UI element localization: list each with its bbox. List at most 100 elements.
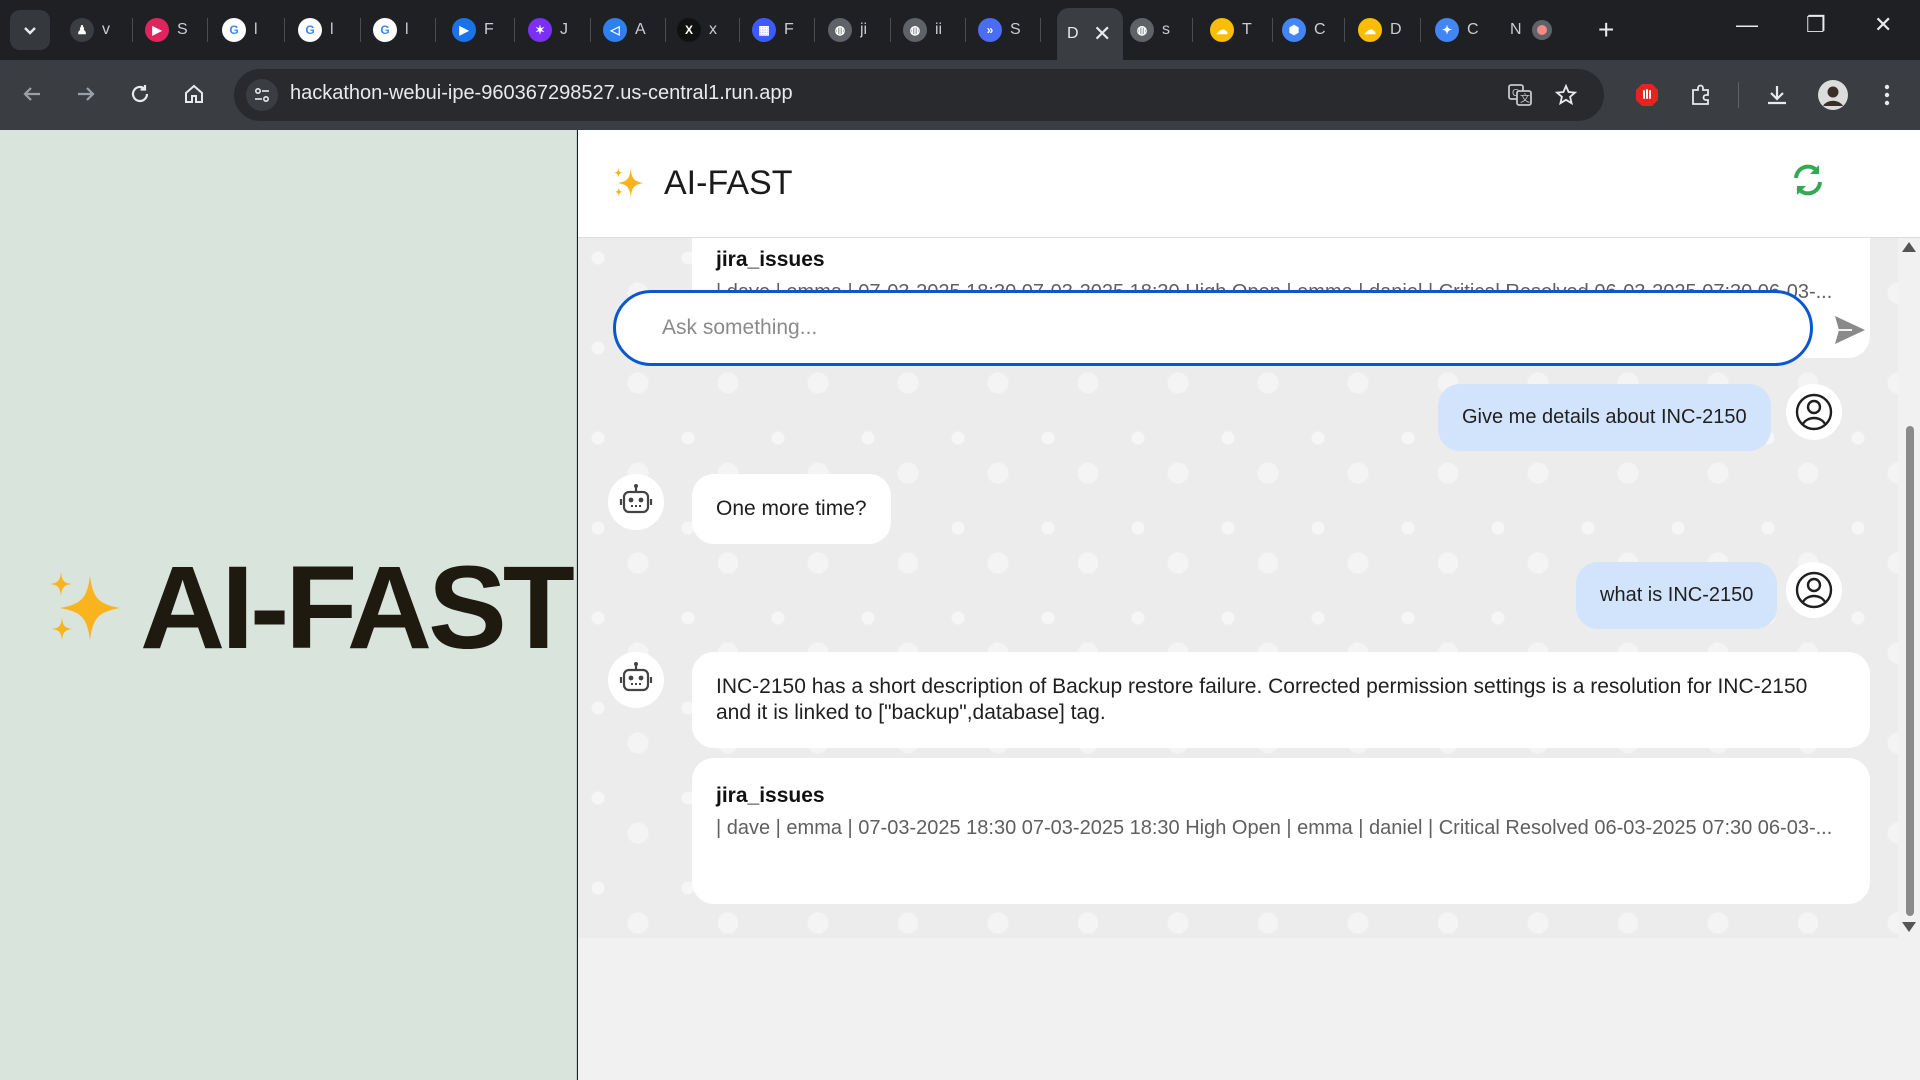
browser-tab[interactable]: ▶ F	[442, 8, 518, 52]
tab-favicon-icon: ☁	[1210, 18, 1234, 42]
browser-tab[interactable]: ☁ D	[1348, 8, 1424, 52]
tab-label: ji	[860, 21, 868, 38]
home-icon	[185, 84, 203, 103]
back-button[interactable]	[16, 78, 48, 110]
browser-toolbar: hackathon-webui-ipe-960367298527.us-cent…	[0, 60, 1920, 130]
tab-favicon-icon: ⬢	[1282, 18, 1306, 42]
browser-tab[interactable]: Gl	[363, 8, 439, 52]
tab-separator	[284, 18, 285, 42]
message-scrollbar[interactable]	[1898, 238, 1920, 938]
user-message-text: what is INC-2150	[1600, 584, 1754, 606]
tab-favicon-icon: G	[298, 18, 322, 42]
tab-favicon-icon: ◍	[828, 18, 852, 42]
tab-favicon-icon: G	[373, 18, 397, 42]
bookmark-star-icon[interactable]	[1552, 81, 1580, 109]
active-tab[interactable]: D ✕	[1057, 8, 1123, 60]
restore-button[interactable]: ❐	[1806, 12, 1826, 38]
translate-icon[interactable]: G文	[1506, 81, 1534, 109]
tab-label: l	[405, 21, 409, 38]
tab-label: x	[709, 21, 717, 38]
browser-tab[interactable]: ☁ T	[1200, 8, 1276, 52]
browser-tab[interactable]: ✶ J	[518, 8, 594, 52]
send-button[interactable]	[1830, 310, 1870, 350]
downloads-icon[interactable]	[1760, 78, 1794, 112]
browser-tab[interactable]: ◍ ji	[818, 8, 894, 52]
tab-favicon-icon: ▦	[752, 18, 776, 42]
sparkles-icon	[613, 167, 644, 197]
scroll-thumb[interactable]	[1906, 426, 1914, 916]
browser-tab[interactable]: Gl	[288, 8, 364, 52]
browser-tab[interactable]: ◁ A	[593, 8, 669, 52]
browser-tab-strip: ♟ v ▶ S Gl Gl Gl ▶ F ✶ J ◁ A Xx ▦ F ◍ ji ◍ ii» S ◍ s ☁ T ⬢ C ☁ D ✦ C D…	[0, 0, 1920, 60]
tab-separator	[360, 18, 361, 42]
browser-tab[interactable]: ◍ s	[1120, 8, 1196, 52]
tab-label: F	[784, 21, 794, 38]
scroll-down-arrow[interactable]	[1902, 922, 1916, 932]
tab-favicon-icon: ▶	[145, 18, 169, 42]
browser-tab[interactable]: ◍ ii	[893, 8, 969, 52]
browser-tab[interactable]: ▦ F	[742, 8, 818, 52]
tab-label: C	[1314, 21, 1326, 38]
tab-favicon-icon: ▶	[452, 18, 476, 42]
tab-favicon-icon: ☁	[1358, 18, 1382, 42]
svg-text:文: 文	[1520, 92, 1530, 105]
extensions-puzzle-icon[interactable]	[1684, 78, 1718, 112]
active-tab-label: D	[1067, 25, 1079, 42]
sparkles-icon	[50, 572, 120, 640]
new-tab-button[interactable]: +	[1598, 14, 1614, 46]
extension-stop-icon[interactable]	[1630, 78, 1664, 112]
close-tab-icon[interactable]: ✕	[1093, 21, 1111, 47]
tab-separator	[1192, 18, 1193, 42]
reload-button[interactable]	[124, 78, 156, 110]
bot-message-text: One more time?	[716, 497, 867, 520]
home-button[interactable]	[178, 78, 210, 110]
address-bar[interactable]: hackathon-webui-ipe-960367298527.us-cent…	[234, 69, 1604, 121]
browser-tab[interactable]: N	[1500, 8, 1580, 52]
minimize-button[interactable]: —	[1736, 12, 1758, 38]
tab-label: F	[484, 21, 494, 38]
page-content: AI-FAST AI-FAST jira_issues 06-03-... Gi…	[0, 130, 1920, 1080]
browser-tab[interactable]: Xx	[667, 8, 743, 52]
tab-separator	[665, 18, 666, 42]
chevron-down-icon	[24, 27, 36, 35]
brand-name: AI-FAST	[140, 542, 575, 674]
tab-favicon-icon: ✶	[528, 18, 552, 42]
browser-tab[interactable]: ⬢ C	[1272, 8, 1348, 52]
chat-title: AI-FAST	[664, 164, 793, 202]
tab-separator	[514, 18, 515, 42]
tab-favicon-icon: ◍	[1130, 18, 1154, 42]
browser-tab[interactable]: Gl	[212, 8, 288, 52]
tab-label: J	[560, 21, 568, 38]
tab-separator	[814, 18, 815, 42]
profile-avatar[interactable]	[1816, 78, 1850, 112]
arrow-right-icon	[78, 87, 95, 101]
tab-favicon-icon: »	[978, 18, 1002, 42]
user-icon	[1795, 393, 1833, 431]
tab-label: S	[177, 21, 188, 38]
browser-tab[interactable]: ▶ S	[135, 8, 211, 52]
browser-menu-icon[interactable]	[1870, 78, 1904, 112]
refresh-icon	[1794, 164, 1822, 196]
browser-tab[interactable]: ✦ C	[1425, 8, 1501, 52]
tab-search-button[interactable]	[10, 10, 50, 50]
reload-icon	[131, 85, 149, 103]
url-text[interactable]: hackathon-webui-ipe-960367298527.us-cent…	[290, 82, 793, 105]
close-window-button[interactable]: ✕	[1874, 12, 1892, 38]
bot-message-text: INC-2150 has a short description of Back…	[716, 675, 1808, 724]
site-info-button[interactable]	[246, 79, 278, 111]
scroll-up-arrow[interactable]	[1902, 242, 1916, 252]
refresh-chat-button[interactable]	[1788, 160, 1828, 205]
tab-label: A	[635, 21, 646, 38]
tab-label: S	[1010, 21, 1021, 38]
browser-tab[interactable]: » S	[968, 8, 1044, 52]
chat-header: AI-FAST	[578, 130, 1920, 238]
bot-message: INC-2150 has a short description of Back…	[692, 652, 1870, 748]
tab-separator	[435, 18, 436, 42]
browser-tab[interactable]: ♟ v	[60, 8, 136, 52]
forward-button[interactable]	[70, 78, 102, 110]
tab-favicon-icon: X	[677, 18, 701, 42]
tab-separator	[965, 18, 966, 42]
tab-label: v	[102, 21, 110, 38]
ask-input[interactable]	[613, 290, 1813, 366]
tab-label: ii	[935, 21, 943, 38]
